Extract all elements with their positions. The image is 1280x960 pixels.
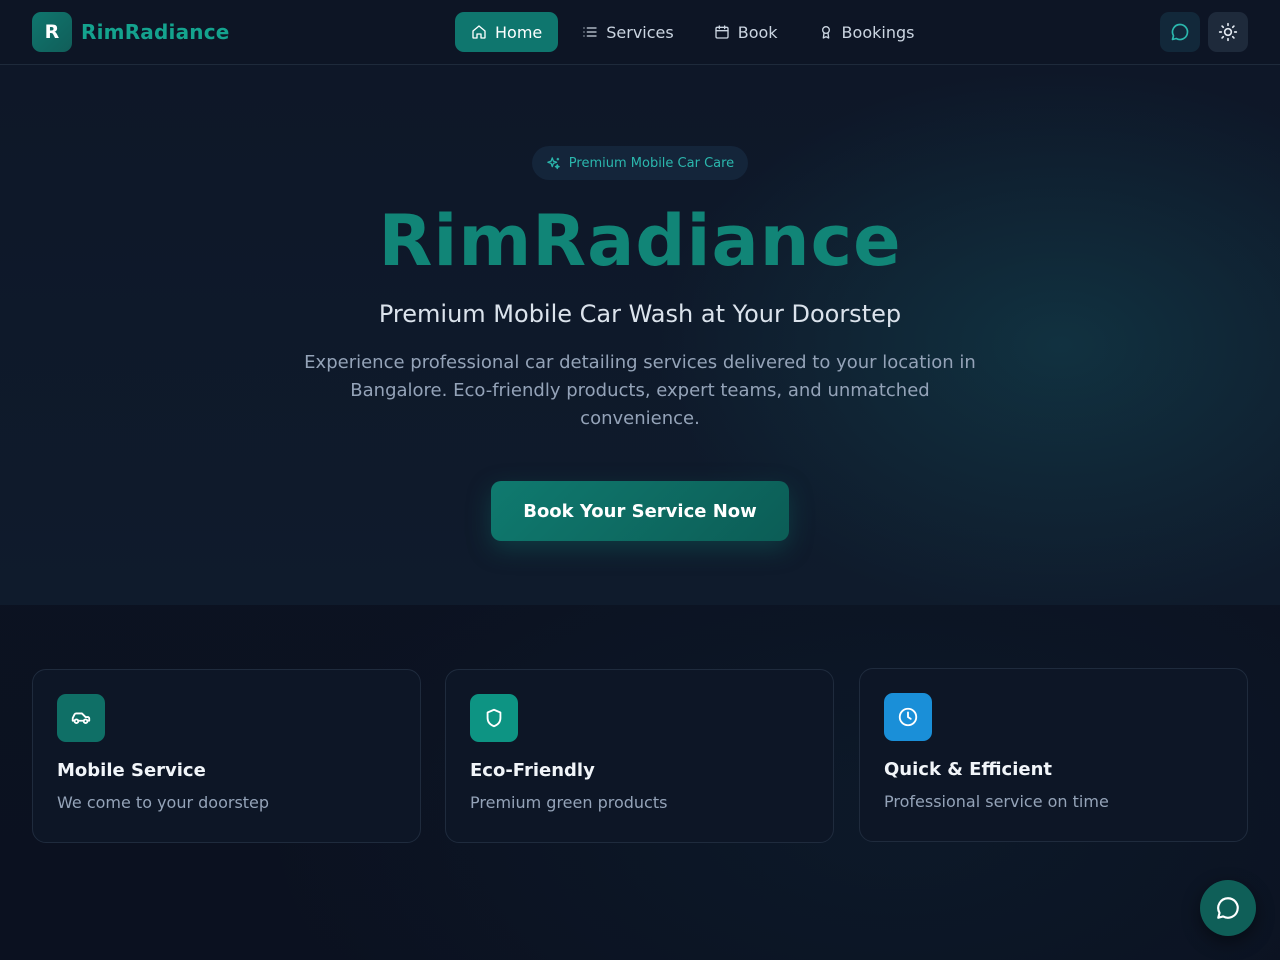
brand[interactable]: R RimRadiance [32, 12, 230, 52]
feature-title: Quick & Efficient [884, 759, 1052, 780]
brand-logo: R [32, 12, 72, 52]
home-icon [472, 25, 486, 39]
sparkles-icon [547, 156, 560, 169]
nav-item-label: Book [737, 22, 778, 42]
feature-text: Professional service on time [884, 792, 1109, 811]
nav-item-label: Home [495, 22, 543, 42]
feature-icon-badge [57, 694, 105, 742]
calendar-icon [715, 25, 729, 39]
hero-badge-label: Premium Mobile Car Care [568, 155, 735, 171]
feature-title: Mobile Service [57, 760, 206, 781]
hero-title: RimRadiance [378, 200, 902, 282]
floating-chat-button[interactable] [1200, 880, 1256, 936]
feature-title: Eco-Friendly [470, 760, 595, 781]
car-icon [71, 712, 91, 724]
nav-item-bookings[interactable]: Bookings [802, 12, 931, 52]
nav-item-label: Services [606, 22, 674, 42]
feature-cards: Mobile Service We come to your doorstep … [32, 668, 1248, 843]
header-actions [1160, 12, 1248, 52]
sun-icon [1218, 22, 1238, 42]
clock-icon [898, 707, 918, 727]
feature-icon-badge [470, 694, 518, 742]
chat-bubble-icon [1171, 23, 1189, 41]
hero-subtitle: Premium Mobile Car Wash at Your Doorstep [378, 300, 902, 328]
feature-card-eco-friendly: Eco-Friendly Premium green products [445, 669, 834, 843]
chat-bubble-icon [1217, 897, 1239, 919]
feature-text: We come to your doorstep [57, 793, 270, 812]
nav-item-home[interactable]: Home [455, 12, 559, 52]
theme-toggle-button[interactable] [1208, 12, 1248, 52]
top-navbar: R RimRadiance Home Services Book Booking… [0, 0, 1280, 65]
feature-text: Premium green products [470, 793, 668, 812]
hero-section: Premium Mobile Car Care RimRadiance Prem… [0, 65, 1280, 605]
nav-item-services[interactable]: Services [566, 12, 689, 52]
hero-description: Experience professional car detailing se… [304, 352, 976, 429]
feature-icon-badge [884, 693, 932, 741]
nav-item-book[interactable]: Book [698, 12, 794, 52]
list-icon [583, 27, 597, 37]
brand-name: RimRadiance [81, 20, 230, 44]
main-nav: Home Services Book Bookings [455, 12, 930, 52]
book-service-button[interactable]: Book Your Service Now [491, 481, 789, 541]
nav-item-label: Bookings [841, 22, 915, 42]
chat-button[interactable] [1160, 12, 1200, 52]
shield-icon [486, 708, 502, 728]
feature-card-quick-efficient: Quick & Efficient Professional service o… [859, 668, 1248, 842]
hero-badge: Premium Mobile Car Care [532, 146, 748, 180]
award-icon [821, 26, 830, 39]
feature-card-mobile-service: Mobile Service We come to your doorstep [32, 669, 421, 843]
